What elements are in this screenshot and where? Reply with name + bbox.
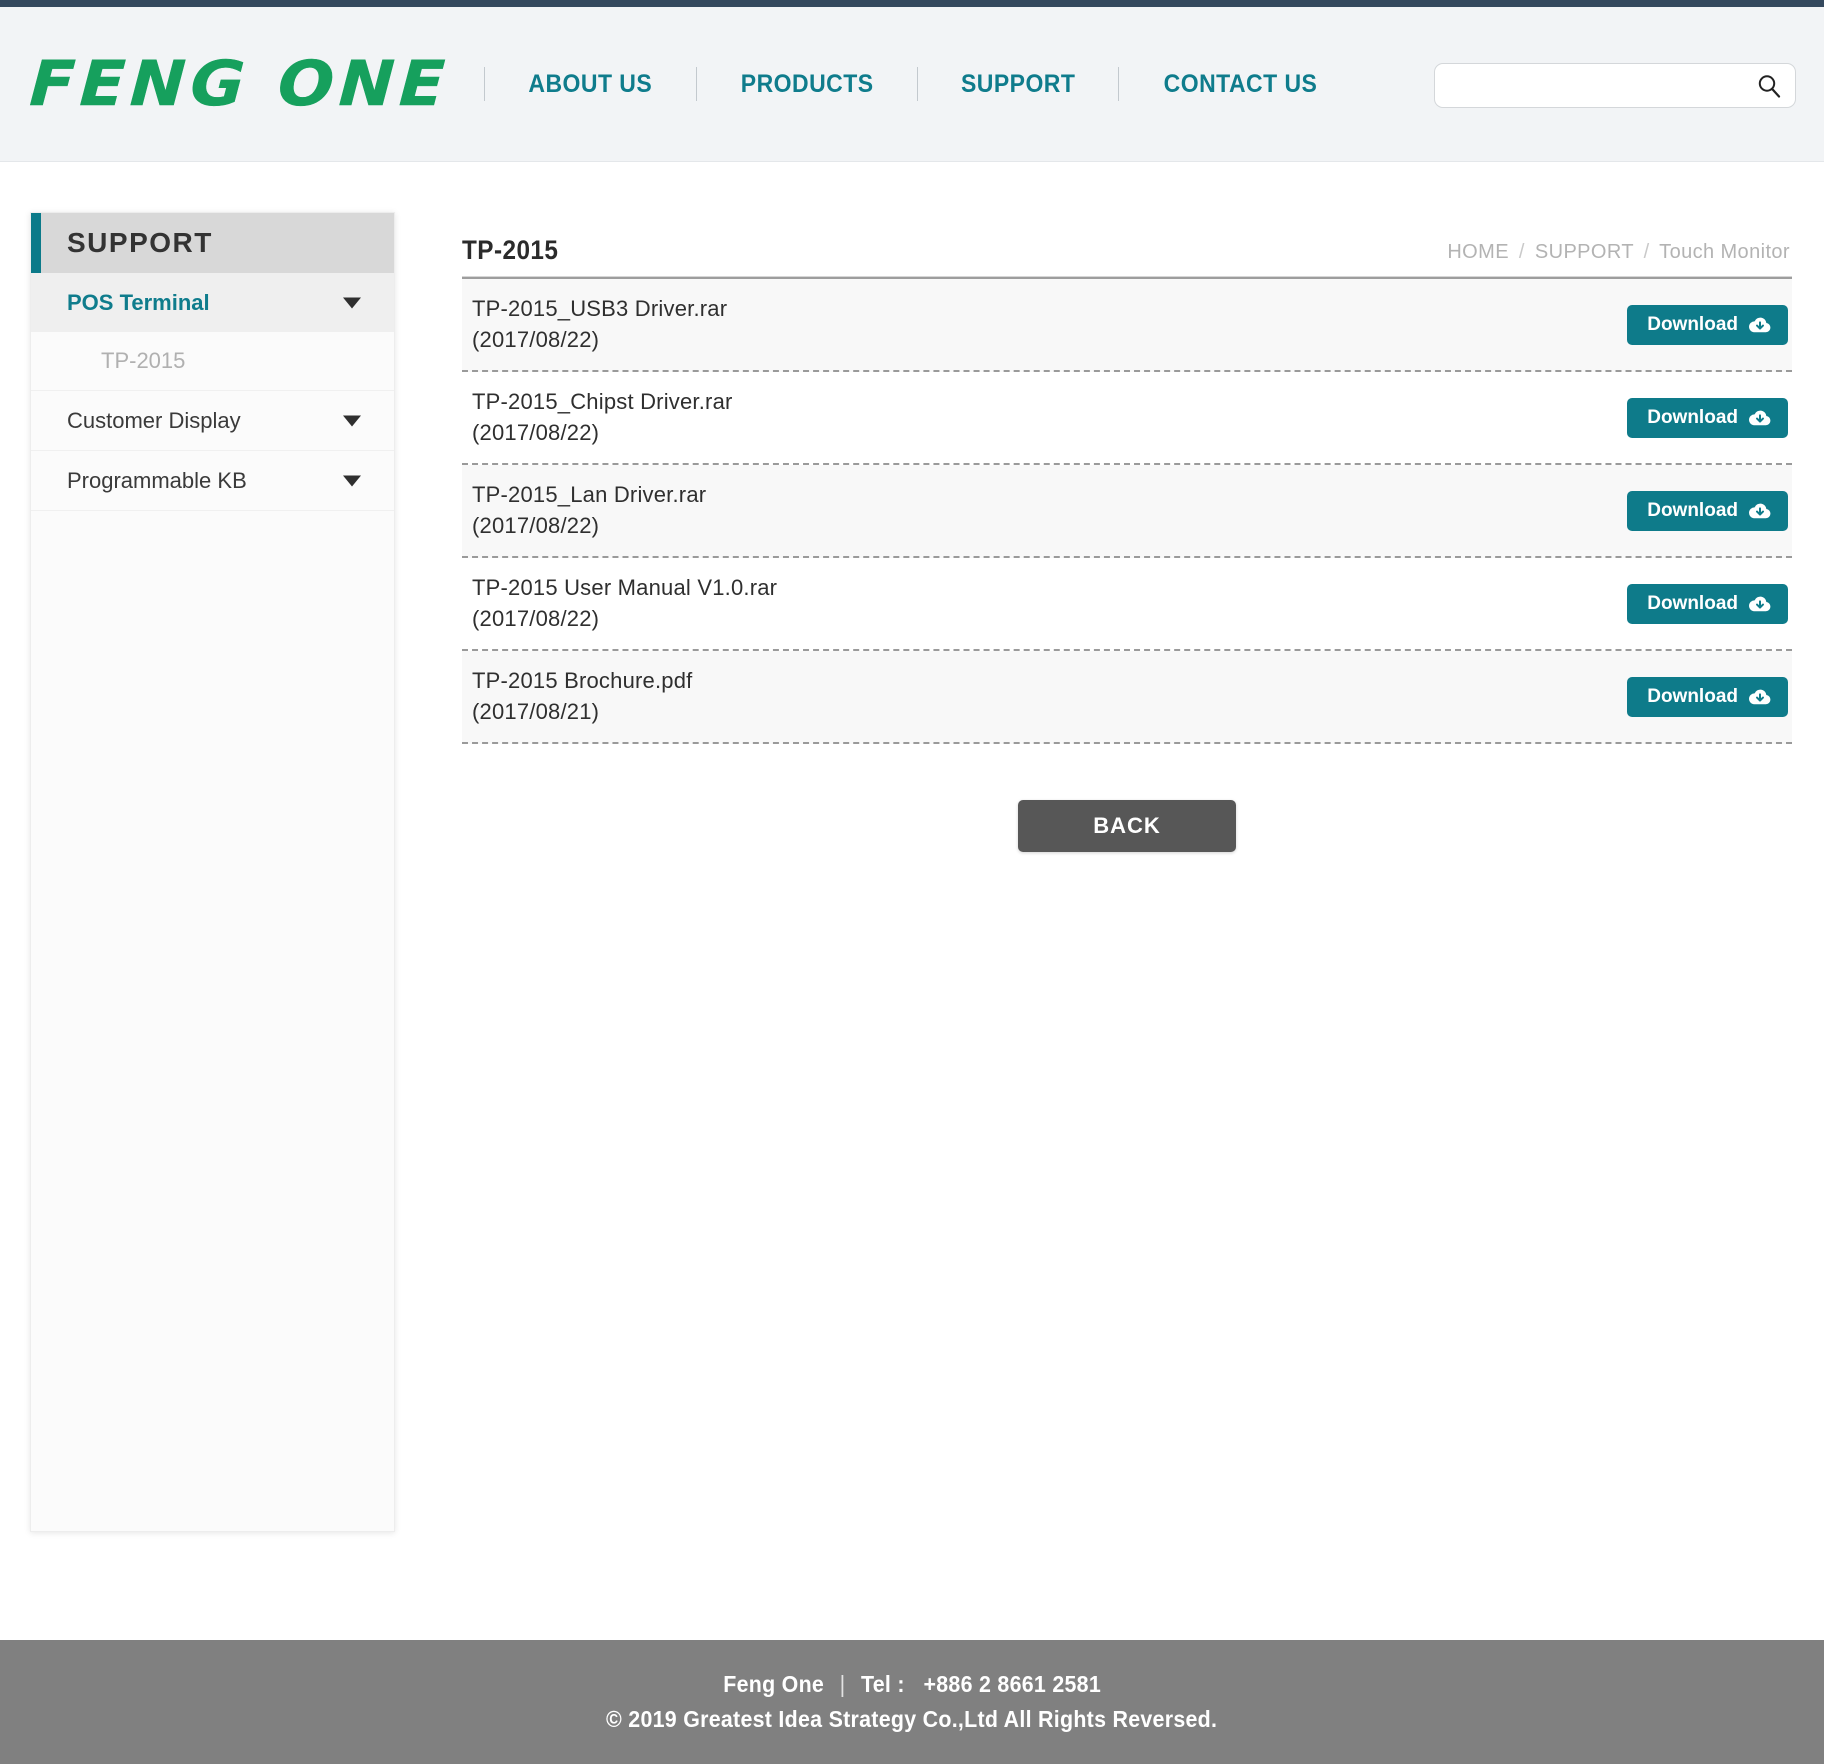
footer-copyright: © 2019 Greatest Idea Strategy Co.,Ltd Al… [606, 1706, 1218, 1732]
search-box [1434, 63, 1796, 108]
file-date: (2017/08/22) [472, 606, 600, 631]
file-info: TP-2015_USB3 Driver.rar (2017/08/22) [472, 296, 727, 353]
sidebar-subitem-label: TP-2015 [101, 348, 186, 373]
download-button[interactable]: Download [1627, 676, 1788, 717]
file-date: (2017/08/21) [472, 699, 600, 724]
file-name: TP-2015 User Manual V1.0.rar [472, 575, 778, 600]
sidebar-item-label: Customer Display [67, 407, 241, 433]
table-row: TP-2015_Lan Driver.rar (2017/08/22) Down… [462, 465, 1792, 558]
sidebar-group-pos-terminal: POS Terminal TP-2015 [31, 273, 394, 391]
file-name: TP-2015 Brochure.pdf [472, 668, 693, 693]
main-header: TP-2015 HOME / SUPPORT / Touch Monitor [462, 212, 1792, 276]
file-date: (2017/08/22) [472, 420, 600, 445]
download-button[interactable]: Download [1627, 490, 1788, 531]
sidebar-group-programmable-kb: Programmable KB [31, 451, 394, 511]
footer-company-name: Feng One [723, 1671, 824, 1697]
breadcrumb-item-current: Touch Monitor [1659, 241, 1790, 263]
sidebar-item-programmable-kb[interactable]: Programmable KB [31, 451, 394, 510]
page-root: FENG ONE ABOUT US PRODUCTS SUPPORT CONTA… [0, 0, 1824, 1764]
download-button-label: Download [1647, 499, 1738, 521]
cloud-download-icon [1748, 501, 1772, 521]
back-button-container: BACK [462, 800, 1792, 852]
nav-divider [1118, 67, 1120, 101]
site-header: FENG ONE ABOUT US PRODUCTS SUPPORT CONTA… [0, 7, 1824, 162]
file-name: TP-2015_Lan Driver.rar [472, 482, 707, 507]
page-title: TP-2015 [462, 235, 559, 265]
download-button-label: Download [1647, 406, 1738, 428]
chevron-down-icon[interactable] [343, 415, 361, 426]
table-row: TP-2015_Chipst Driver.rar (2017/08/22) D… [462, 372, 1792, 465]
nav-link-contact-us[interactable]: CONTACT US [1131, 60, 1351, 109]
top-accent-strip [0, 0, 1824, 7]
download-file-list: TP-2015_USB3 Driver.rar (2017/08/22) Dow… [462, 279, 1792, 744]
site-footer: Feng One | Tel : +886 2 8661 2581 © 2019… [0, 1640, 1824, 1764]
breadcrumb: HOME / SUPPORT / Touch Monitor [1447, 241, 1790, 264]
cloud-download-icon [1748, 687, 1772, 707]
main-navigation: ABOUT US PRODUCTS SUPPORT CONTACT US [482, 60, 1360, 109]
footer-contact-line: Feng One | Tel : +886 2 8661 2581 [723, 1671, 1101, 1698]
breadcrumb-separator: / [1518, 241, 1525, 263]
file-date: (2017/08/22) [472, 327, 600, 352]
nav-divider [695, 67, 697, 101]
footer-tel-number[interactable]: +886 2 8661 2581 [923, 1671, 1101, 1697]
sidebar-title: SUPPORT [67, 227, 213, 258]
cloud-download-icon [1748, 408, 1772, 428]
file-info: TP-2015 Brochure.pdf (2017/08/21) [472, 668, 692, 725]
search-input[interactable] [1434, 63, 1796, 108]
sidebar-subitem-tp-2015[interactable]: TP-2015 [31, 332, 394, 390]
breadcrumb-item-support[interactable]: SUPPORT [1535, 241, 1634, 263]
breadcrumb-separator: / [1643, 241, 1650, 263]
sidebar-item-pos-terminal[interactable]: POS Terminal [31, 273, 394, 332]
download-button[interactable]: Download [1627, 304, 1788, 345]
sidebar: SUPPORT POS Terminal TP-2015 Customer Di… [30, 212, 395, 1532]
breadcrumb-item-home[interactable]: HOME [1447, 241, 1509, 263]
sidebar-header: SUPPORT [31, 213, 394, 273]
chevron-down-icon[interactable] [343, 297, 361, 308]
file-info: TP-2015 User Manual V1.0.rar (2017/08/22… [472, 575, 777, 632]
sidebar-item-label: Programmable KB [67, 467, 247, 493]
file-date: (2017/08/22) [472, 513, 600, 538]
download-button[interactable]: Download [1627, 583, 1788, 624]
footer-tel-label: Tel : [860, 1671, 905, 1697]
cloud-download-icon [1748, 315, 1772, 335]
chevron-down-icon[interactable] [343, 475, 361, 486]
nav-link-support[interactable]: SUPPORT [928, 60, 1109, 109]
file-name: TP-2015_USB3 Driver.rar [472, 296, 728, 321]
table-row: TP-2015_USB3 Driver.rar (2017/08/22) Dow… [462, 279, 1792, 372]
sidebar-group-customer-display: Customer Display [31, 391, 394, 451]
nav-divider [916, 67, 918, 101]
nav-link-about-us[interactable]: ABOUT US [495, 60, 685, 109]
file-name: TP-2015_Chipst Driver.rar [472, 389, 733, 414]
table-row: TP-2015 Brochure.pdf (2017/08/21) Downlo… [462, 651, 1792, 744]
file-info: TP-2015_Chipst Driver.rar (2017/08/22) [472, 389, 733, 446]
sidebar-accent-bar [31, 213, 41, 273]
sidebar-item-customer-display[interactable]: Customer Display [31, 391, 394, 450]
download-button[interactable]: Download [1627, 397, 1788, 438]
main-content: TP-2015 HOME / SUPPORT / Touch Monitor T… [462, 212, 1792, 852]
sidebar-item-label: POS Terminal [67, 289, 210, 315]
footer-separator: | [839, 1671, 846, 1697]
download-button-label: Download [1647, 685, 1738, 707]
search-icon[interactable] [1756, 73, 1782, 99]
download-button-label: Download [1647, 313, 1738, 335]
nav-link-products[interactable]: PRODUCTS [707, 60, 906, 109]
download-button-label: Download [1647, 592, 1738, 614]
site-logo[interactable]: FENG ONE [28, 47, 452, 121]
back-button[interactable]: BACK [1018, 800, 1236, 852]
page-body: SUPPORT POS Terminal TP-2015 Customer Di… [0, 162, 1824, 1612]
nav-divider [484, 67, 486, 101]
file-info: TP-2015_Lan Driver.rar (2017/08/22) [472, 482, 706, 539]
cloud-download-icon [1748, 594, 1772, 614]
table-row: TP-2015 User Manual V1.0.rar (2017/08/22… [462, 558, 1792, 651]
